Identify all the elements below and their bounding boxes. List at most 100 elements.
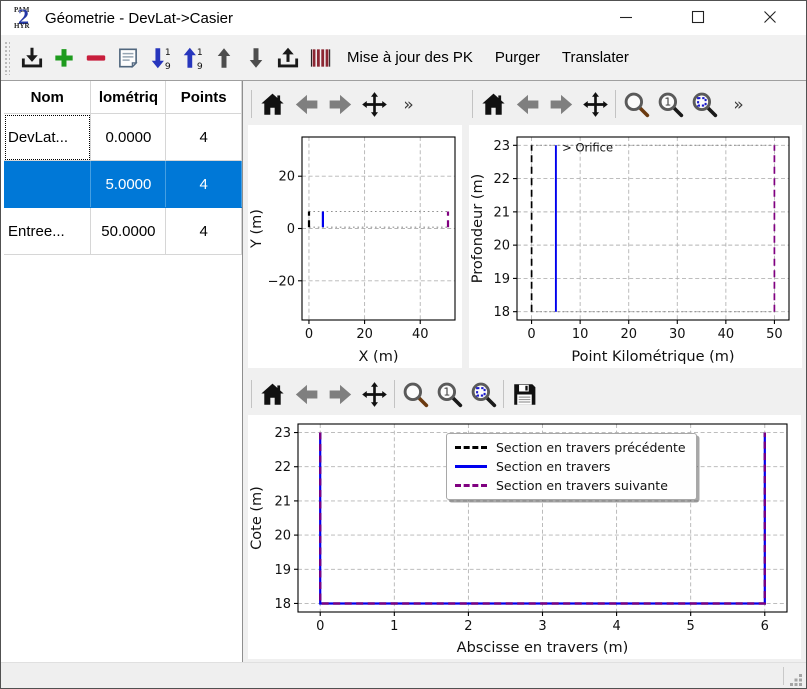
pan-button[interactable] [357,376,391,412]
remove-button[interactable] [81,42,111,74]
svg-text:2: 2 [464,619,472,634]
zoom-button[interactable] [619,86,653,122]
svg-text:22: 22 [493,172,510,187]
zoom-one-button[interactable]: 1 [432,376,466,412]
remove-icon [83,45,109,71]
svg-text:22: 22 [274,460,291,475]
plots-area: » 02040−20020X (m)Y (m) 1» 0102030405018… [243,81,807,662]
table-row[interactable]: 5.00004 [4,161,242,208]
zoom-one-button[interactable]: 1 [653,86,687,122]
statusbar-separator [783,667,784,685]
home-button[interactable] [255,376,289,412]
add-icon [51,45,77,71]
purger-button[interactable]: Purger [486,44,549,71]
svg-text:20: 20 [493,239,510,254]
svg-text:Profondeur (m): Profondeur (m) [470,174,486,284]
table-cell[interactable]: 50.0000 [91,208,166,255]
sort-ascending-button[interactable]: 19 [145,42,175,74]
back-button[interactable] [510,86,544,122]
export-button[interactable] [273,42,303,74]
column-header-2[interactable]: Points [166,81,242,114]
column-header-1[interactable]: lométriq [91,81,166,114]
svg-text:40: 40 [412,327,429,342]
add-button[interactable] [49,42,79,74]
legend-entry: Section en travers précédente [455,438,686,457]
legend-label: Section en travers suivante [496,478,668,493]
table-cell[interactable]: 4 [166,208,242,255]
svg-text:0: 0 [287,222,295,237]
close-button[interactable] [734,1,806,35]
svg-text:Abscisse en travers (m): Abscisse en travers (m) [457,640,629,656]
sections-table: NomlométriqPoints DevLat...0.000045.0000… [4,81,242,255]
home-icon [258,380,287,409]
forward-button[interactable] [544,86,578,122]
back-button[interactable] [289,86,323,122]
resize-grip-icon[interactable] [790,673,803,686]
table-cell[interactable]: 0.0000 [91,114,166,161]
maximize-button[interactable] [662,1,734,35]
legend-entry: Section en travers [455,457,686,476]
table-cell[interactable]: 5.0000 [91,161,166,208]
title-bar: PAM 2 HYR Géometrie - DevLat->Casier [1,1,806,35]
zoom-one-icon: 1 [656,90,685,119]
update-pk-button[interactable]: Mise à jour des PK [338,44,482,71]
forward-icon [547,90,576,119]
edit-button[interactable] [113,42,143,74]
zoom-button[interactable] [398,376,432,412]
update-pk-stripes-button[interactable] [305,42,335,74]
toolbar-separator [394,380,395,408]
zoom-rect-button[interactable] [466,376,500,412]
import-button[interactable] [17,42,47,74]
sort-asc-icon: 19 [147,45,173,71]
column-header-0[interactable]: Nom [4,81,91,114]
overflow-button[interactable]: » [391,86,425,122]
toolbar-separator [615,90,616,118]
forward-button[interactable] [323,86,357,122]
back-icon [513,90,542,119]
pan-icon [581,90,610,119]
forward-button[interactable] [323,376,357,412]
edit-icon [115,45,141,71]
home-icon [479,90,508,119]
plan-view-chart[interactable]: 02040−20020X (m)Y (m) [248,125,462,368]
save-button[interactable] [507,376,541,412]
pan-button[interactable] [357,86,391,122]
arrow-down-icon [243,45,269,71]
toolbar-separator [503,380,504,408]
minimize-button[interactable] [590,1,662,35]
svg-text:»: » [403,93,413,113]
svg-text:1: 1 [390,619,398,634]
table-cell[interactable]: 4 [166,161,242,208]
table-cell[interactable]: 4 [166,114,242,161]
toolbar-drag-handle[interactable] [4,41,10,75]
svg-text:50: 50 [766,327,783,342]
svg-text:20: 20 [274,529,291,544]
table-row[interactable]: DevLat...0.00004 [4,114,242,161]
svg-text:1: 1 [664,95,671,108]
table-cell[interactable]: Entree... [4,208,91,255]
zoom-rect-icon [469,380,498,409]
app-window: PAM 2 HYR Géometrie - DevLat->Casier 191… [0,0,807,689]
overflow-button[interactable]: » [721,86,755,122]
profil-long-chart[interactable]: 01020304050181920212223Point Kilométriqu… [469,125,802,368]
zoom-icon [622,90,651,119]
table-cell[interactable] [4,161,91,208]
sort-descending-button[interactable]: 19 [177,42,207,74]
zoom-rect-button[interactable] [687,86,721,122]
svg-text:20: 20 [356,327,373,342]
table-row[interactable]: Entree...50.00004 [4,208,242,255]
plan-view-toolbar: » [248,83,469,125]
home-button[interactable] [476,86,510,122]
profil-long-panel: 1 » 01020304050181920212223Point Kilométr… [469,83,807,373]
back-button[interactable] [289,376,323,412]
maximize-icon [687,6,709,31]
svg-text:»: » [733,93,743,113]
svg-text:19: 19 [274,563,291,578]
home-button[interactable] [255,86,289,122]
move-up-button[interactable] [209,42,239,74]
pan-button[interactable] [578,86,612,122]
move-down-button[interactable] [241,42,271,74]
translater-button[interactable]: Translater [553,44,638,71]
overflow-icon: » [724,90,753,119]
table-cell[interactable]: DevLat... [4,114,91,161]
